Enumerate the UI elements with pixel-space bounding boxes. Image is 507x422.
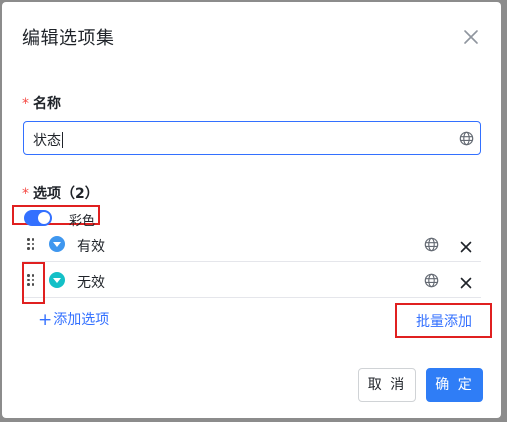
dialog-title: 编辑选项集 <box>22 28 115 49</box>
caret-down-icon <box>53 242 61 247</box>
name-input-value[interactable]: 状态 <box>33 130 63 150</box>
add-option-label: 添加选项 <box>53 312 110 328</box>
options-label-text: 选项（2） <box>33 186 99 202</box>
color-toggle-switch[interactable] <box>24 210 52 226</box>
close-icon[interactable] <box>460 238 472 257</box>
option-label[interactable]: 无效 <box>77 272 105 292</box>
plus-icon: + <box>38 310 53 330</box>
option-color-picker[interactable] <box>49 272 65 288</box>
options-field-label: * 选项（2） <box>22 183 99 203</box>
cancel-button[interactable]: 取 消 <box>358 368 416 402</box>
add-option-button[interactable]: +添加选项 <box>38 309 109 330</box>
option-row: 无效 <box>22 262 481 298</box>
globe-icon[interactable] <box>424 273 439 288</box>
color-toggle-highlight: 彩色 <box>12 205 100 229</box>
name-input[interactable]: 状态 <box>23 121 481 155</box>
globe-icon[interactable] <box>424 237 439 252</box>
close-icon[interactable] <box>460 274 472 293</box>
name-field-label: * 名称 <box>22 93 61 113</box>
option-label[interactable]: 有效 <box>77 236 105 256</box>
option-color-picker[interactable] <box>49 236 65 252</box>
required-mark: * <box>22 96 29 112</box>
batch-add-button[interactable]: 批量添加 <box>416 311 472 331</box>
batch-add-highlight: 批量添加 <box>395 303 492 338</box>
required-mark: * <box>22 186 29 202</box>
globe-icon[interactable] <box>459 131 474 146</box>
edit-option-set-dialog: 编辑选项集 * 名称 状态 * 选项（2） 彩色 有效 无效 +添加选项 批量添… <box>2 2 501 418</box>
name-label-text: 名称 <box>33 96 61 112</box>
drag-handle-icon[interactable] <box>27 238 35 250</box>
toggle-knob <box>38 212 50 224</box>
text-caret <box>62 132 63 148</box>
confirm-button[interactable]: 确 定 <box>426 368 483 402</box>
caret-down-icon <box>53 278 61 283</box>
option-row: 有效 <box>22 226 481 262</box>
drag-handle-highlight <box>22 262 45 304</box>
close-icon[interactable] <box>462 28 480 46</box>
